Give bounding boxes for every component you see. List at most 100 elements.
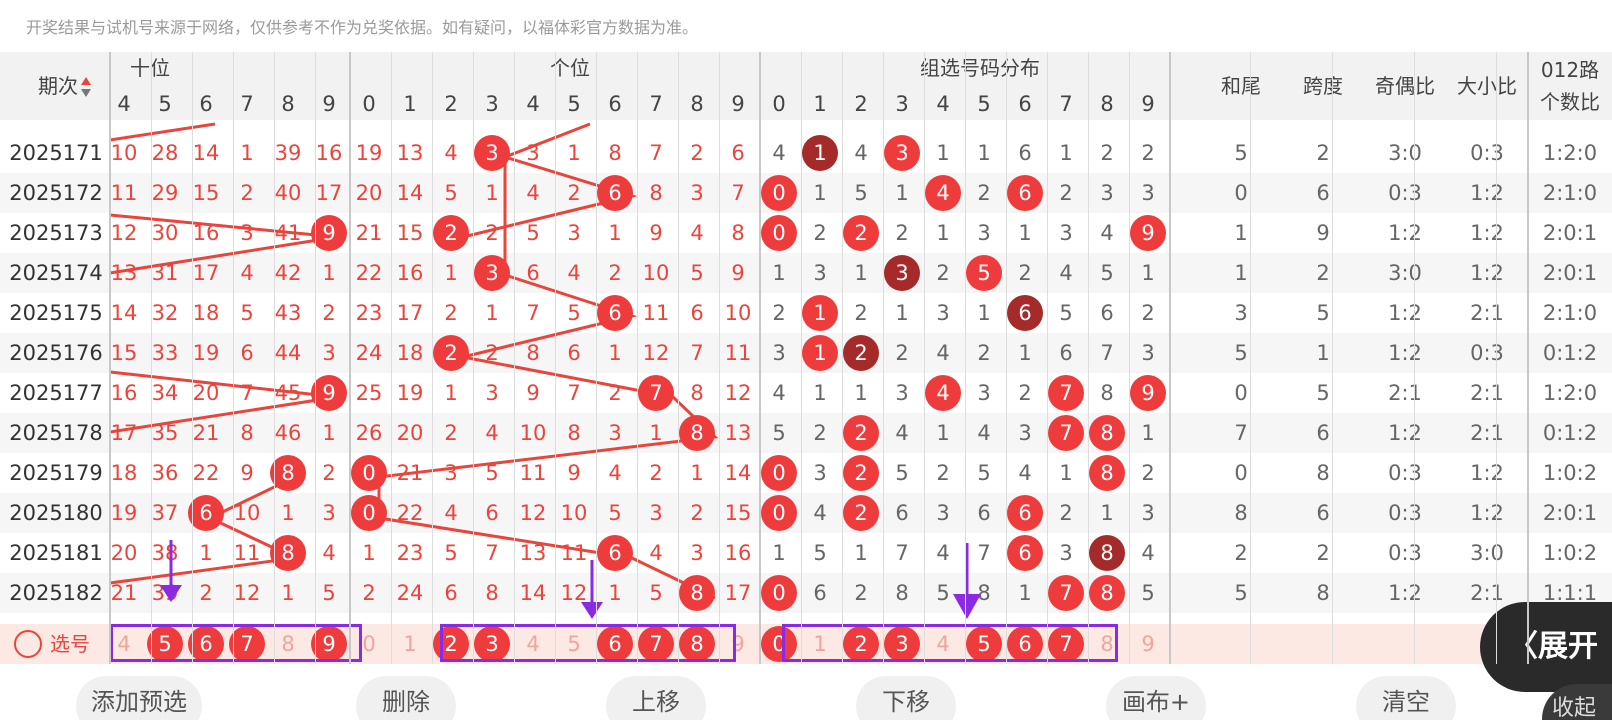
group-cell: 3 [936, 501, 950, 525]
group-cell: 2 [1018, 261, 1032, 285]
add-preselect-button[interactable]: 添加预选 [76, 676, 202, 720]
grid-line [1414, 52, 1415, 664]
group-cell-ball: 8 [1089, 535, 1125, 571]
units-cell: 4 [444, 141, 458, 165]
units-cell: 8 [485, 581, 499, 605]
grid-line [315, 52, 316, 664]
units-digit-header: 7 [649, 92, 663, 116]
move-up-button[interactable]: 上移 [606, 676, 706, 720]
odd-even-cell: 0:3 [1388, 501, 1422, 525]
tens-header: 十位 [130, 56, 170, 80]
grid-line [1006, 52, 1007, 664]
group-cell-ball: 0 [761, 575, 797, 611]
group-cell: 3 [813, 261, 827, 285]
group-cell: 2 [1018, 381, 1032, 405]
sum-tail-cell: 5 [1234, 141, 1248, 165]
group-header: 组选号码分布 [920, 56, 1040, 80]
units-digit-header: 6 [608, 92, 622, 116]
odd-even-cell: 1:2 [1388, 341, 1422, 365]
group-cell: 3 [977, 221, 991, 245]
units-cell: 1 [567, 141, 581, 165]
group-cell: 2 [977, 341, 991, 365]
units-cell: 24 [396, 581, 424, 605]
route-header-line1: 012路 [1540, 58, 1600, 82]
group-cell: 4 [936, 341, 950, 365]
units-cell: 3 [608, 421, 622, 445]
select-units-digit[interactable]: 1 [390, 624, 430, 664]
group-cell: 2 [1059, 181, 1073, 205]
units-cell: 8 [690, 381, 704, 405]
group-cell: 1 [854, 541, 868, 565]
units-cell: 6 [526, 261, 540, 285]
group-cell: 1 [1141, 421, 1155, 445]
grid-line [274, 52, 275, 664]
units-cell: 2 [567, 181, 581, 205]
sum-tail-header: 和尾 [1221, 74, 1261, 98]
sort-icon[interactable] [80, 76, 92, 98]
units-cell: 4 [444, 501, 458, 525]
units-cell: 5 [649, 581, 663, 605]
move-down-button[interactable]: 下移 [856, 676, 956, 720]
units-cell: 4 [485, 421, 499, 445]
units-cell: 12 [560, 581, 588, 605]
units-cell-ball: 8 [679, 415, 715, 451]
units-cell: 1 [485, 181, 499, 205]
group-cell-ball: 0 [761, 215, 797, 251]
span-cell: 5 [1316, 381, 1330, 405]
grid-line [965, 52, 966, 664]
units-digit-header: 2 [444, 92, 458, 116]
span-cell: 2 [1316, 541, 1330, 565]
units-cell-ball: 7 [638, 375, 674, 411]
units-cell: 6 [444, 581, 458, 605]
period-cell: 2025178 [9, 421, 103, 445]
odd-even-cell: 0:3 [1388, 181, 1422, 205]
sum-tail-cell: 7 [1234, 421, 1248, 445]
units-cell: 5 [444, 541, 458, 565]
grid-line [1129, 52, 1130, 664]
radio-circle-icon[interactable] [14, 630, 42, 658]
big-small-cell: 1:2 [1470, 181, 1504, 205]
group-cell: 5 [1059, 301, 1073, 325]
span-cell: 2 [1316, 141, 1330, 165]
group-cell: 1 [772, 261, 786, 285]
units-cell: 3 [526, 141, 540, 165]
select-group-digit[interactable]: 9 [1128, 624, 1168, 664]
group-digit-header: 1 [813, 92, 827, 116]
sum-tail-cell: 2 [1234, 541, 1248, 565]
expand-button[interactable]: 〈展开 [1480, 602, 1612, 692]
group-cell: 6 [977, 501, 991, 525]
big-small-cell: 2:1 [1470, 381, 1504, 405]
group-cell: 8 [1100, 381, 1114, 405]
period-header[interactable]: 期次 [30, 76, 86, 96]
grid-line [555, 52, 556, 664]
period-cell: 2025172 [9, 181, 103, 205]
group-digit-header: 6 [1018, 92, 1032, 116]
group-cell-ball: 9 [1130, 215, 1166, 251]
canvas-plus-button[interactable]: 画布+ [1106, 676, 1206, 720]
units-cell: 1 [485, 301, 499, 325]
group-cell: 6 [895, 501, 909, 525]
group-cell-ball: 6 [1007, 535, 1043, 571]
units-cell-ball: 0 [351, 495, 387, 531]
units-digit-header: 0 [362, 92, 376, 116]
big-small-cell: 1:2 [1470, 501, 1504, 525]
grid-line [637, 52, 638, 664]
group-digit-header: 3 [895, 92, 909, 116]
units-cell: 7 [690, 341, 704, 365]
tens-selection-box [110, 624, 362, 662]
group-cell: 1 [854, 261, 868, 285]
units-cell-ball: 6 [597, 535, 633, 571]
odd-even-cell: 0:3 [1388, 461, 1422, 485]
clear-button[interactable]: 清空 [1356, 676, 1456, 720]
period-cell: 2025176 [9, 341, 103, 365]
lottery-trend-screen: { "disclaimer": "开奖结果与试机号来源于网络，仅供参考不作为兑奖… [0, 0, 1612, 720]
group-cell: 1 [854, 381, 868, 405]
units-cell: 8 [731, 221, 745, 245]
delete-button[interactable]: 删除 [356, 676, 456, 720]
group-cell: 2 [772, 301, 786, 325]
units-cell: 3 [690, 181, 704, 205]
group-cell: 7 [977, 541, 991, 565]
period-cell: 2025181 [9, 541, 103, 565]
group-cell: 2 [895, 341, 909, 365]
group-cell-ball: 3 [884, 135, 920, 171]
